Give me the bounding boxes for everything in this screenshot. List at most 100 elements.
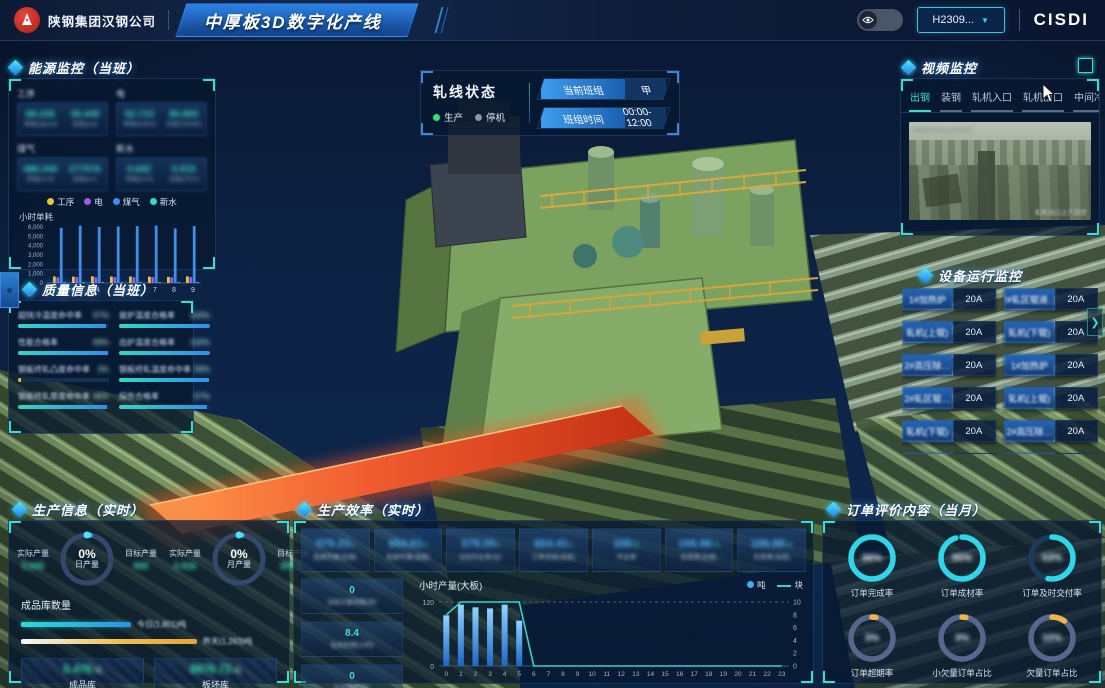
- energy-group: 工序 68.226单耗(kgce/t) 39.449总耗(tce): [17, 87, 108, 136]
- svg-text:12: 12: [618, 671, 626, 678]
- eye-icon: [859, 11, 877, 29]
- video-tabs: 出钢装钢轧机入口轧机出口中间冷电动粗…: [901, 79, 1099, 113]
- svg-text:14: 14: [647, 671, 655, 678]
- svg-text:23: 23: [778, 671, 786, 678]
- order-gauge: 10% 欠量订单占比: [1009, 613, 1095, 679]
- svg-text:6: 6: [793, 625, 797, 632]
- stock-bar-today: 今日(1,801)吨: [9, 616, 289, 633]
- efficiency-card: 100%作业率: [592, 528, 661, 572]
- svg-text:17: 17: [691, 671, 699, 678]
- efficiency-mini: 0全天停机(次): [301, 664, 403, 688]
- svg-text:19: 19: [720, 671, 728, 678]
- diamond-icon: [297, 502, 313, 518]
- quality-item: 超快冷温度命中率97%: [18, 310, 109, 328]
- energy-legend: 工序电煤气新水: [9, 193, 215, 209]
- diamond-icon: [8, 60, 24, 76]
- panel-expand-icon[interactable]: [1078, 58, 1093, 73]
- line-status-title: 轧线状态: [433, 82, 519, 102]
- device-item: 2#轧区辊…20A: [902, 387, 996, 409]
- svg-text:0: 0: [430, 664, 434, 671]
- header: 陕钢集团汉钢公司 中厚板3D数字化产线 H2309...▼ CISDI: [0, 0, 1105, 41]
- svg-text:2: 2: [474, 671, 478, 678]
- production-panel-title: 生产信息（实时）: [14, 500, 144, 519]
- svg-text:7: 7: [547, 671, 551, 678]
- cisdi-logo: CISDI: [1034, 10, 1089, 30]
- legend-item: 块: [777, 579, 803, 591]
- diamond-icon: [826, 502, 842, 518]
- device-item: 1#加热炉20A: [1004, 453, 1098, 454]
- collapse-right-handle[interactable]: ❯: [1087, 308, 1103, 336]
- quality-item: 钢板终轧温度命中率99%: [119, 364, 210, 382]
- svg-text:4: 4: [503, 671, 507, 678]
- video-tab[interactable]: 出钢: [909, 87, 931, 112]
- svg-text:10: 10: [589, 671, 597, 678]
- svg-text:11: 11: [603, 671, 610, 678]
- production-panel: 实际产量0.045 0%日产量 目标产量900 实际产量0.916 0%月产量 …: [8, 520, 290, 684]
- company-name: 陕钢集团汉钢公司: [48, 11, 156, 30]
- shift-value: 甲: [638, 81, 653, 96]
- dashboard: { "header": {"company": "陕钢集团汉钢公司", "tit…: [0, 0, 1105, 688]
- svg-text:8: 8: [172, 287, 176, 294]
- efficiency-card: 106.88%负荷率(当班): [737, 528, 806, 572]
- device-list: 1#加热炉20A 2#轧区辊道…20A 轧机(上辊)20A 轧机(下辊)20A …: [902, 288, 1098, 454]
- order-gauge: 98% 订单完成率: [829, 533, 915, 599]
- energy-chart-title: 小时单耗: [9, 209, 215, 223]
- device-item: 2#高压除…20A: [1004, 420, 1098, 442]
- efficiency-minis: 0当班大板块数(块) 8.4轧机利用(小时) 0全天停机(次): [301, 578, 403, 688]
- svg-text:2,000: 2,000: [28, 262, 44, 268]
- device-item: 轧机(下辊)20A: [902, 420, 996, 442]
- svg-text:15: 15: [661, 671, 669, 678]
- legend-item: 新水: [150, 196, 177, 208]
- device-item: 轧机(下辊)20A: [1004, 321, 1098, 343]
- efficiency-cards: 579.23s轧制节奏(全部) 654.61s轧制节奏(当班) 579.20s日…: [294, 521, 813, 576]
- svg-text:5: 5: [517, 671, 521, 678]
- collapse-left-handle[interactable]: «: [0, 272, 19, 308]
- svg-text:4: 4: [793, 638, 797, 645]
- quality-list: 超快冷温度命中率97% 装炉温度合格率100% 性能合格率99% 出炉温度合格率…: [9, 301, 193, 418]
- cctv-timestamp: 2023/07/03 12:05:37: [913, 125, 973, 132]
- line-status-legend: 生产停机: [433, 110, 519, 124]
- order-gauge: 3% 小欠量订单占比: [919, 613, 1005, 679]
- quality-item: 性能合格率99%: [18, 337, 109, 355]
- devices-panel: 1#加热炉20A 2#轧区辊道…20A 轧机(上辊)20A 轧机(下辊)20A …: [902, 288, 1098, 454]
- energy-panel-title: 能源监控（当班）: [10, 58, 140, 77]
- video-tab[interactable]: 中间冷: [1073, 87, 1099, 112]
- shift-time-banner: 班组时间 00:00-12:00: [536, 107, 670, 129]
- visibility-toggle[interactable]: [857, 9, 903, 31]
- daily-output-gauge: 实际产量0.045 0%日产量 目标产量900: [11, 531, 163, 587]
- video-tab[interactable]: 装钢: [940, 87, 962, 112]
- diamond-icon: [12, 502, 28, 518]
- hourly-chart-title: 小时产量(大板): [419, 578, 482, 592]
- device-item: 轧机(上辊)20A: [902, 453, 996, 454]
- hourly-chart-legend: 吨块: [747, 579, 803, 591]
- status-legend-item: 停机: [475, 110, 505, 124]
- svg-text:20: 20: [734, 671, 742, 678]
- energy-group: 煤气 486.040单耗(m³/t) 277576总耗(m³): [17, 142, 108, 191]
- efficiency-panel-title: 生产效率（实时）: [299, 500, 429, 519]
- slab-warehouse-box: 8876.72吨 板坯库: [154, 658, 277, 688]
- device-item: 轧机(上辊)20A: [902, 321, 996, 343]
- production-gauges: 实际产量0.045 0%日产量 目标产量900 实际产量0.916 0%月产量 …: [9, 521, 289, 589]
- divider: [1019, 9, 1020, 31]
- energy-group: 新水 6.682单耗(m³/t) 0.915总耗(万m³): [116, 142, 207, 191]
- svg-text:1: 1: [459, 671, 463, 678]
- energy-panel: 工序 68.226单耗(kgce/t) 39.449总耗(tce) 电 52.7…: [8, 78, 216, 270]
- svg-text:8: 8: [793, 612, 797, 619]
- quality-panel-title: 质量信息（当班）: [24, 280, 154, 299]
- svg-text:120: 120: [422, 600, 434, 607]
- video-panel-title: 视频监控: [903, 58, 977, 77]
- svg-text:0: 0: [444, 671, 448, 678]
- finished-goods-box: 0.476吨 成品库: [21, 658, 144, 688]
- video-tab[interactable]: 轧机入口: [971, 87, 1013, 112]
- line-selector-dropdown[interactable]: H2309...▼: [917, 7, 1005, 33]
- efficiency-card: 579.20s日历作业率(全): [446, 528, 515, 572]
- device-item: 轧机(上辊)20A: [1004, 387, 1098, 409]
- svg-text:10: 10: [793, 600, 801, 607]
- svg-text:2: 2: [793, 651, 797, 658]
- shift-time-value: 00:00-12:00: [621, 107, 669, 129]
- cctv-frame[interactable]: 2023/07/03 12:05:37 轧机出口上方固定: [909, 122, 1091, 220]
- orders-panel: 98% 订单完成率 95% 订单成材率 53% 订单及时交付率 3% 订单超期率…: [822, 520, 1102, 684]
- energy-group: 电 52.713单耗(kWh/t) 80.883总耗(万kWh): [116, 87, 207, 136]
- video-panel: 出钢装钢轧机入口轧机出口中间冷电动粗… 2023/07/03 12:05:37 …: [900, 78, 1100, 236]
- warehouse-boxes: 0.476吨 成品库 8876.72吨 板坯库: [9, 650, 289, 688]
